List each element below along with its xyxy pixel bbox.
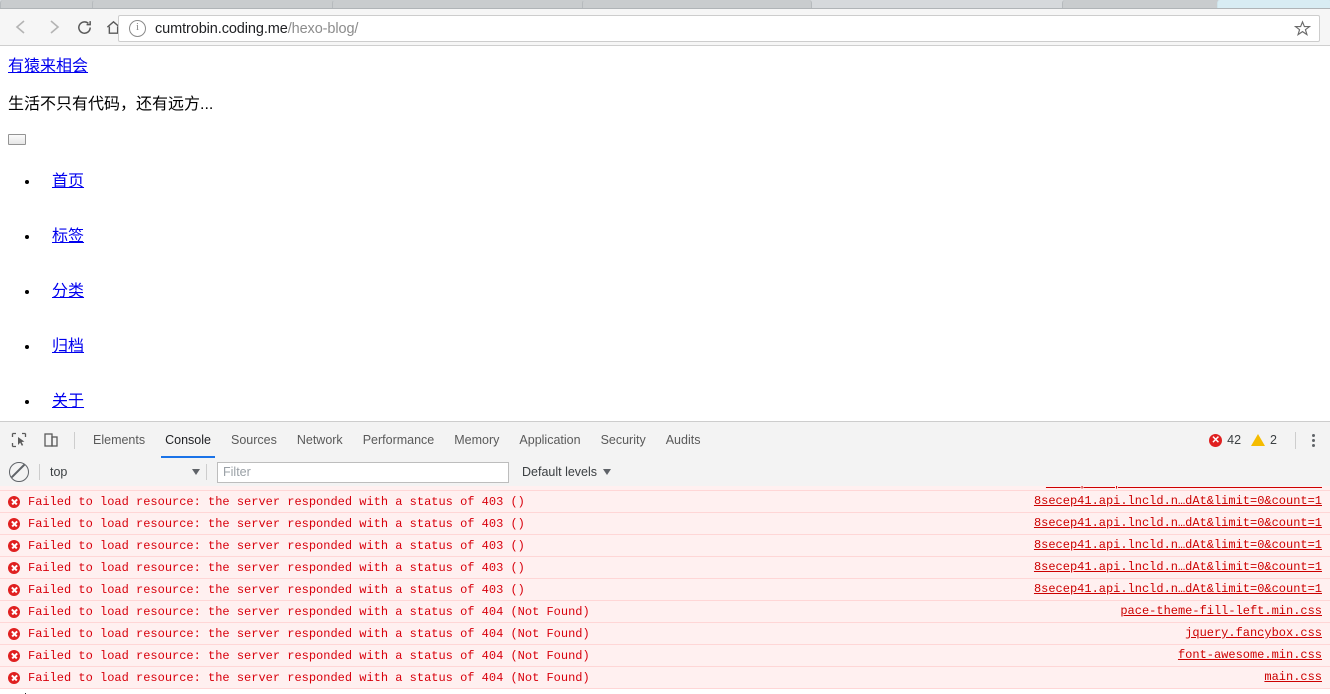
- console-context-value: top: [50, 465, 68, 479]
- error-icon: [8, 671, 20, 684]
- nav-item-archive[interactable]: 归档: [52, 332, 84, 356]
- filter-placeholder: Filter: [223, 465, 251, 479]
- inspect-element-icon[interactable]: [6, 427, 32, 453]
- bookmark-star-icon[interactable]: [1293, 20, 1312, 37]
- error-icon: [8, 561, 20, 574]
- tab-performance[interactable]: Performance: [353, 422, 445, 458]
- console-message-source[interactable]: 8secep41.api.lncld.n…dAt&limit=0&count=1: [1034, 582, 1322, 596]
- list-item: 归档: [40, 332, 84, 374]
- console-filter-input[interactable]: Filter: [217, 461, 509, 483]
- nav-item-categories[interactable]: 分类: [52, 277, 84, 301]
- console-levels-select[interactable]: Default levels: [522, 465, 612, 479]
- reload-icon[interactable]: [71, 14, 97, 40]
- console-message-row[interactable]: Failed to load resource: the server resp…: [0, 645, 1330, 667]
- list-item: 标签: [40, 222, 84, 264]
- filterbar-divider-2: [206, 464, 207, 480]
- console-message-text: Failed to load resource: the server resp…: [28, 560, 525, 575]
- back-icon[interactable]: [8, 14, 34, 40]
- tab-elements[interactable]: Elements: [83, 422, 155, 458]
- warning-count-badge[interactable]: 2: [1251, 433, 1277, 447]
- console-message-text: Failed to load resource: the server resp…: [28, 494, 525, 509]
- console-message-source[interactable]: main.css: [1264, 670, 1322, 684]
- error-icon: [8, 539, 20, 552]
- site-subtitle: 生活不只有代码，还有远方...: [8, 96, 214, 113]
- console-message-source[interactable]: 8secep41.api.lncld.n…dAt&limit=0&count=1: [1046, 486, 1322, 490]
- console-message-row[interactable]: Failed to load resource: the server resp…: [0, 601, 1330, 623]
- site-info-icon[interactable]: i: [129, 20, 146, 37]
- tab-memory[interactable]: Memory: [444, 422, 509, 458]
- devtools-panel: Elements Console Sources Network Perform…: [0, 421, 1330, 694]
- console-message-text: Failed to load resource: the server resp…: [28, 516, 525, 531]
- error-icon: ✕: [1209, 433, 1223, 447]
- tab-network[interactable]: Network: [287, 422, 353, 458]
- console-message-source[interactable]: 8secep41.api.lncld.n…dAt&limit=0&count=1: [1034, 494, 1322, 508]
- console-message-source[interactable]: jquery.fancybox.css: [1185, 626, 1322, 640]
- console-prompt[interactable]: >: [0, 689, 1330, 694]
- error-icon: [8, 583, 20, 596]
- error-icon: [8, 649, 20, 662]
- console-message-row[interactable]: Failed to load resource: the server resp…: [0, 557, 1330, 579]
- console-message-text: Failed to load resource: the server resp…: [28, 604, 590, 619]
- console-filter-bar: top Filter Default levels: [0, 458, 1330, 487]
- tab-security[interactable]: Security: [591, 422, 656, 458]
- kebab-menu-icon[interactable]: [1304, 433, 1322, 447]
- list-item: 首页: [40, 167, 84, 209]
- nav-item-home[interactable]: 首页: [52, 167, 84, 191]
- levels-value: Default levels: [522, 465, 598, 479]
- toolbar-divider: [74, 431, 75, 449]
- address-bar-url: cumtrobin.coding.me/hexo-blog/: [155, 21, 358, 37]
- tab-console[interactable]: Console: [155, 422, 221, 458]
- chevron-down-icon-levels: [603, 469, 612, 475]
- browser-window: i cumtrobin.coding.me/hexo-blog/ 有猿来相会 生…: [0, 0, 1330, 694]
- console-message-row[interactable]: Failed to load resource: the server resp…: [0, 491, 1330, 513]
- console-message-row[interactable]: Failed to load resource: the server resp…: [0, 535, 1330, 557]
- device-toolbar-icon[interactable]: [38, 427, 64, 453]
- page-content: 有猿来相会 生活不只有代码，还有远方... 首页 标签 分类 归档 关于 搜索: [0, 46, 1330, 421]
- warning-count-value: 2: [1270, 433, 1277, 447]
- nav-item-about[interactable]: 关于: [52, 387, 84, 411]
- console-message-text: Failed to load resource: the server resp…: [28, 538, 525, 553]
- address-bar[interactable]: i cumtrobin.coding.me/hexo-blog/: [118, 15, 1320, 42]
- console-message-source[interactable]: 8secep41.api.lncld.n…dAt&limit=0&count=1: [1034, 560, 1322, 574]
- site-nav-list: 首页 标签 分类 归档 关于 搜索: [0, 154, 84, 421]
- console-message-row[interactable]: Failed to load resource: the server resp…: [0, 513, 1330, 535]
- console-message-source[interactable]: 8secep41.api.lncld.n…dAt&limit=0&count=1: [1034, 516, 1322, 530]
- status-divider: [1295, 431, 1296, 449]
- tab-audits[interactable]: Audits: [656, 422, 711, 458]
- list-item: 分类: [40, 277, 84, 319]
- console-message-source[interactable]: 8secep41.api.lncld.n…dAt&limit=0&count=1: [1034, 538, 1322, 552]
- devtools-tabbar: Elements Console Sources Network Perform…: [0, 422, 1330, 459]
- error-icon: [8, 605, 20, 618]
- site-title-link[interactable]: 有猿来相会: [8, 52, 88, 76]
- console-message-text: Failed to load resource: the server resp…: [28, 648, 590, 663]
- warning-icon: [1251, 434, 1266, 446]
- browser-toolbar: i cumtrobin.coding.me/hexo-blog/: [0, 9, 1330, 46]
- devtools-status-area: ✕ 42 2: [1209, 422, 1322, 458]
- clear-console-icon[interactable]: [9, 462, 29, 482]
- console-messages-list[interactable]: 8secep41.api.lncld.n…dAt&limit=0&count=1…: [0, 486, 1330, 694]
- tab-sources[interactable]: Sources: [221, 422, 287, 458]
- console-message-row[interactable]: Failed to load resource: the server resp…: [0, 623, 1330, 645]
- console-context-select[interactable]: top: [40, 461, 206, 483]
- console-message-source[interactable]: font-awesome.min.css: [1178, 648, 1322, 662]
- error-count-value: 42: [1227, 433, 1242, 447]
- console-message-text: Failed to load resource: the server resp…: [28, 582, 525, 597]
- list-item: 关于: [40, 387, 84, 421]
- url-path: /hexo-blog/: [287, 20, 359, 37]
- forward-icon[interactable]: [41, 14, 67, 40]
- tab-application[interactable]: Application: [509, 422, 590, 458]
- error-icon: [8, 627, 20, 640]
- console-message-row[interactable]: Failed to load resource: the server resp…: [0, 579, 1330, 601]
- error-icon: [8, 495, 20, 508]
- console-message-source[interactable]: pace-theme-fill-left.min.css: [1120, 604, 1322, 618]
- nav-item-tags[interactable]: 标签: [52, 222, 84, 246]
- nav-toggle-button[interactable]: [8, 134, 26, 145]
- console-message-text: Failed to load resource: the server resp…: [28, 626, 590, 641]
- console-message-text: Failed to load resource: the server resp…: [28, 670, 590, 685]
- console-message-row[interactable]: Failed to load resource: the server resp…: [0, 667, 1330, 689]
- url-host: cumtrobin.coding.me: [155, 20, 288, 37]
- chevron-down-icon: [192, 469, 200, 475]
- error-count-badge[interactable]: ✕ 42: [1209, 433, 1241, 447]
- error-icon: [8, 517, 20, 530]
